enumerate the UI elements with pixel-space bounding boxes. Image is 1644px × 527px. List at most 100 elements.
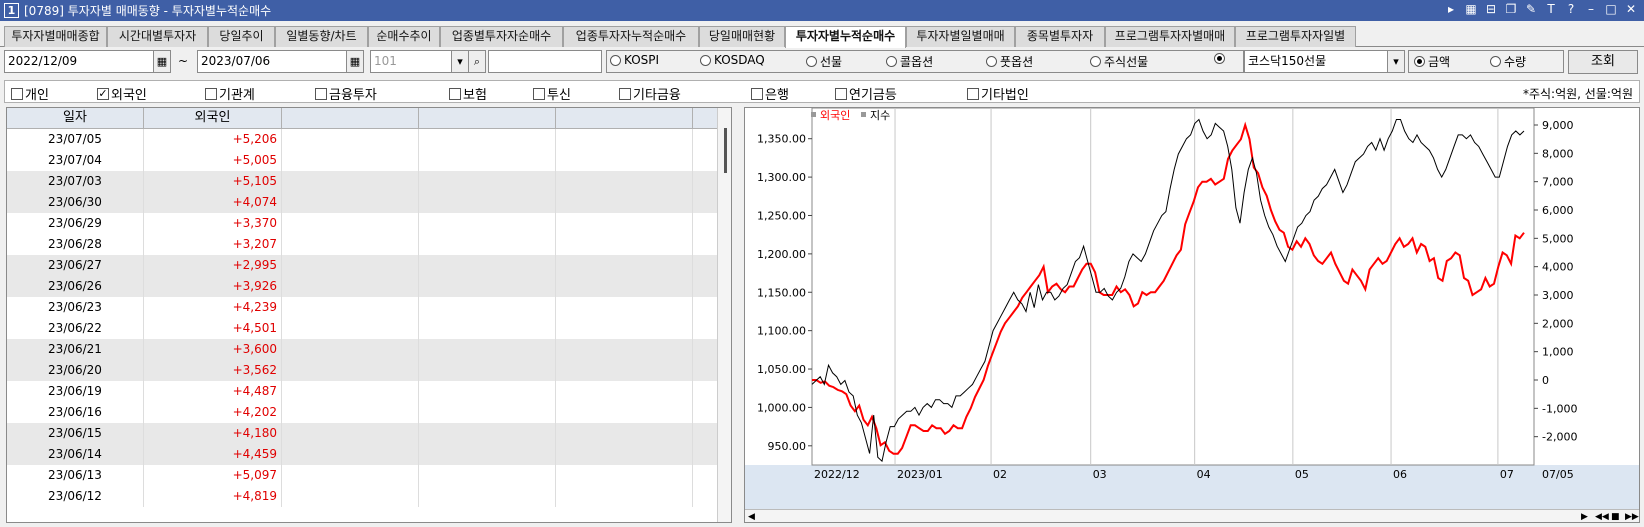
row-empty-cell (419, 234, 556, 255)
table-row[interactable]: 23/06/19 +4,487 (7, 381, 717, 402)
search-button[interactable]: 조회 (1568, 50, 1638, 74)
tab-investor-cumulative[interactable]: 투자자별누적순매수 (785, 26, 906, 48)
tab-sector-net-buy[interactable]: 업종별투자자순매수 (440, 26, 563, 47)
check-financial-investment[interactable]: 금융투자 (315, 84, 377, 103)
table-row[interactable]: 23/06/21 +3,600 (7, 339, 717, 360)
table-row[interactable]: 23/06/29 +3,370 (7, 213, 717, 234)
minimize-icon[interactable]: – (1584, 2, 1598, 16)
check-other-corp[interactable]: 기타법인 (967, 84, 1029, 103)
calendar-icon[interactable]: ▦ (346, 50, 364, 73)
row-empty-cell (556, 150, 693, 171)
table-row[interactable]: 23/06/23 +4,239 (7, 297, 717, 318)
zoom-out-icon[interactable]: ◀◀ (1595, 510, 1609, 522)
row-empty-cell (556, 381, 693, 402)
table-row[interactable]: 23/06/12 +4,819 (7, 486, 717, 507)
row-empty-cell (282, 234, 419, 255)
investor-filter-bar: 개인 ✓ 외국인 기관계 금융투자 보험 투신 기타금융 은행 연기금등 기타법인… (4, 80, 1640, 103)
tab-program-investor[interactable]: 프로그램투자자별매매 (1105, 26, 1235, 47)
horizontal-scrollbar[interactable]: ◀ ▶ ◀◀ ■ ▶▶ (745, 509, 1639, 522)
radio-kosdaq[interactable]: KOSDAQ (700, 53, 765, 67)
search-icon[interactable]: ⌕ (468, 50, 486, 73)
vertical-scrollbar[interactable] (717, 108, 731, 522)
check-pension[interactable]: 연기금등 (835, 84, 897, 103)
tab-investor-summary[interactable]: 투자자별매매종합 (4, 26, 107, 47)
product-select[interactable]: 코스닥150선물 (1244, 50, 1388, 73)
arrow-right-icon[interactable]: ▸ (1444, 2, 1458, 16)
checkbox-box[interactable] (751, 87, 763, 100)
checkbox-box[interactable] (967, 87, 979, 100)
row-empty-cell (556, 402, 693, 423)
table-row[interactable]: 23/06/15 +4,180 (7, 423, 717, 444)
check-institution[interactable]: 기관계 (205, 84, 255, 103)
scroll-right-icon[interactable]: ▶ (1581, 510, 1588, 522)
right-tick-label: 1,000 (1542, 346, 1574, 359)
copy-window-icon[interactable]: ❐ (1504, 2, 1518, 16)
radio-call-option[interactable]: 콜옵션 (886, 53, 933, 70)
checkbox-box[interactable] (205, 87, 217, 100)
radio-amount[interactable]: 금액 (1414, 53, 1450, 70)
close-icon[interactable]: ✕ (1624, 2, 1638, 16)
help-icon[interactable]: ? (1564, 2, 1578, 16)
checkbox-box[interactable] (449, 87, 461, 100)
chevron-down-icon[interactable]: ▾ (1387, 50, 1405, 73)
font-icon[interactable]: T (1544, 2, 1558, 16)
check-investment-trust[interactable]: 투신 (533, 84, 571, 103)
check-other-finance[interactable]: 기타금융 (619, 84, 681, 103)
tab-daily-trend[interactable]: 당일추이 (208, 26, 275, 47)
checkbox-box[interactable] (835, 87, 847, 100)
table-row[interactable]: 23/06/27 +2,995 (7, 255, 717, 276)
table-row[interactable]: 23/07/05 +5,206 (7, 129, 717, 150)
calendar-icon[interactable]: ▦ (1464, 2, 1478, 16)
table-row[interactable]: 23/06/28 +3,207 (7, 234, 717, 255)
tab-time-investor[interactable]: 시간대별투자자 (107, 26, 208, 47)
tab-stock-investor[interactable]: 종목별투자자 (1015, 26, 1105, 47)
settings-icon[interactable]: ✎ (1524, 2, 1538, 16)
checkbox-box[interactable] (533, 87, 545, 100)
check-insurance[interactable]: 보험 (449, 84, 487, 103)
radio-quantity[interactable]: 수량 (1490, 53, 1526, 70)
tab-net-buy-trend[interactable]: 순매수추이 (368, 26, 440, 47)
table-row[interactable]: 23/06/16 +4,202 (7, 402, 717, 423)
table-row[interactable]: 23/06/22 +4,501 (7, 318, 717, 339)
table-row[interactable]: 23/06/26 +3,926 (7, 276, 717, 297)
layout-icon[interactable]: ⊟ (1484, 2, 1498, 16)
tab-daily-trading[interactable]: 당일매매현황 (699, 26, 785, 47)
checkbox-box[interactable] (315, 87, 327, 100)
radio-futures[interactable]: 선물 (806, 53, 842, 70)
right-tick-label: -1,000 (1542, 402, 1577, 415)
scroll-left-icon[interactable]: ◀ (748, 510, 755, 522)
radio-kospi[interactable]: KOSPI (610, 53, 659, 67)
row-date: 23/06/13 (7, 465, 144, 486)
table-row[interactable]: 23/07/03 +5,105 (7, 171, 717, 192)
radio-product[interactable] (1214, 53, 1225, 64)
radio-put-option[interactable]: 풋옵션 (986, 53, 1033, 70)
name-field[interactable] (488, 50, 602, 73)
checkbox-box[interactable]: ✓ (97, 87, 109, 100)
maximize-icon[interactable]: □ (1604, 2, 1618, 16)
table-row[interactable]: 23/06/30 +4,074 (7, 192, 717, 213)
radio-stock-futures[interactable]: 주식선물 (1090, 53, 1148, 70)
scroll-thumb[interactable] (724, 128, 727, 173)
table-row[interactable]: 23/06/14 +4,459 (7, 444, 717, 465)
header-empty-1 (282, 108, 419, 129)
tab-investor-daily[interactable]: 투자자별일별매매 (906, 26, 1015, 47)
end-date-field[interactable]: 2023/07/06 (197, 50, 347, 73)
stop-icon[interactable]: ■ (1611, 510, 1620, 522)
chevron-down-icon[interactable]: ▾ (451, 50, 469, 73)
start-date-field[interactable]: 2022/12/09 (4, 50, 154, 73)
code-field[interactable]: 101 (370, 50, 452, 73)
check-bank[interactable]: 은행 (751, 84, 789, 103)
table-row[interactable]: 23/06/13 +5,097 (7, 465, 717, 486)
row-empty-cell (556, 192, 693, 213)
check-foreign[interactable]: ✓ 외국인 (97, 84, 147, 103)
check-individual[interactable]: 개인 (11, 84, 49, 103)
tab-program-daily[interactable]: 프로그램투자자일별 (1235, 26, 1356, 47)
table-row[interactable]: 23/07/04 +5,005 (7, 150, 717, 171)
calendar-icon[interactable]: ▦ (153, 50, 171, 73)
fast-forward-icon[interactable]: ▶▶ (1625, 510, 1639, 522)
checkbox-box[interactable] (11, 87, 23, 100)
tab-daily-chart[interactable]: 일별동향/차트 (275, 26, 368, 47)
tab-sector-cumulative[interactable]: 업종투자자누적순매수 (563, 26, 699, 47)
checkbox-box[interactable] (619, 87, 631, 100)
table-row[interactable]: 23/06/20 +3,562 (7, 360, 717, 381)
